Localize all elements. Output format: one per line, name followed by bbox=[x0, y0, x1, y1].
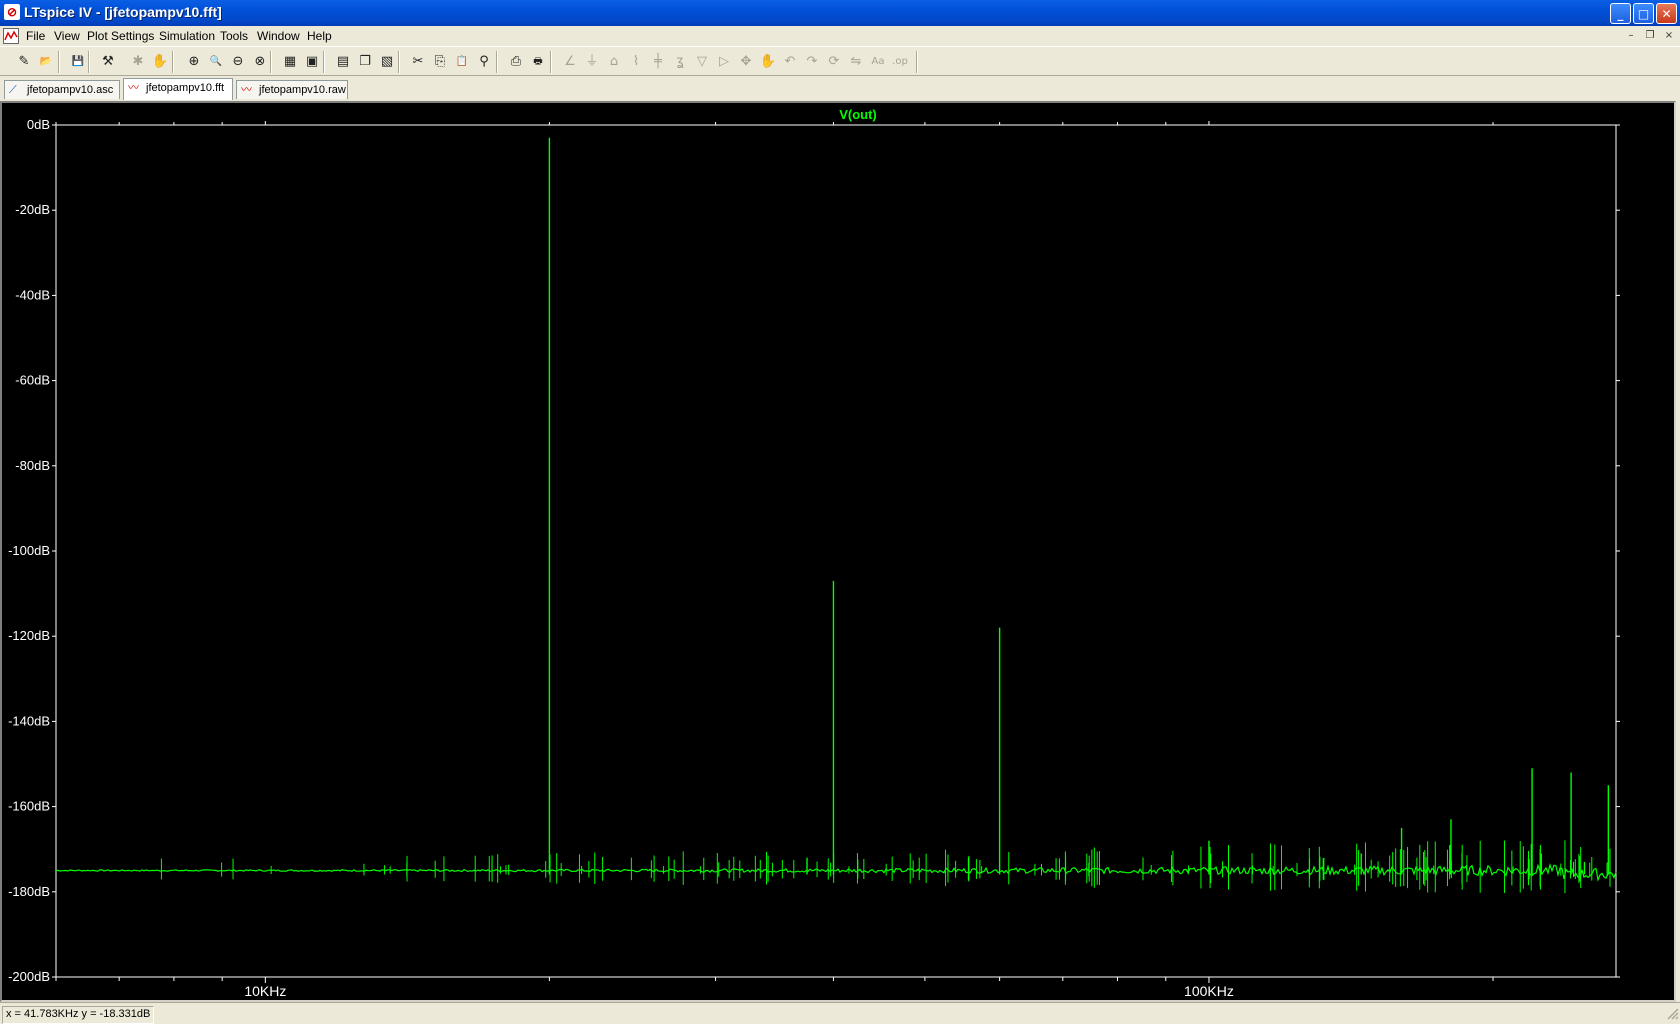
mirror-icon[interactable]: ⇋ bbox=[846, 52, 866, 72]
mdi-close-button[interactable]: × bbox=[1662, 29, 1676, 43]
rotate-icon[interactable]: ⟳ bbox=[824, 52, 844, 72]
component-icon[interactable]: ▷ bbox=[714, 52, 734, 72]
menu-view[interactable]: View bbox=[54, 29, 80, 43]
tab-label: jfetopampv10.raw bbox=[259, 84, 346, 96]
y-tick-label: -200dB bbox=[8, 969, 50, 984]
status-bar: x = 41.783KHz y = -18.331dB bbox=[0, 1002, 1680, 1024]
y-tick-label: -180dB bbox=[8, 884, 50, 899]
control-panel-icon[interactable]: ⚒ bbox=[98, 52, 118, 72]
noise-floor-trace bbox=[55, 863, 1617, 882]
move-icon[interactable]: ✥ bbox=[736, 52, 756, 72]
plot-frame bbox=[55, 124, 1617, 978]
wire-icon[interactable]: ∠ bbox=[560, 52, 580, 72]
menu-help[interactable]: Help bbox=[307, 29, 332, 43]
toolbar-separator bbox=[270, 51, 272, 73]
tile-horizontal-icon[interactable]: ▤ bbox=[333, 52, 353, 72]
toolbar-separator bbox=[58, 51, 60, 73]
close-button[interactable]: ✕ bbox=[1656, 3, 1677, 24]
toolbar-separator bbox=[323, 51, 325, 73]
zoom-out-icon[interactable]: ⊖ bbox=[228, 52, 248, 72]
waveform-icon: 〰 bbox=[128, 81, 139, 94]
menu-window[interactable]: Window bbox=[257, 29, 300, 43]
undo-icon[interactable]: ↶ bbox=[780, 52, 800, 72]
print-preview-icon[interactable]: ⎙ bbox=[506, 52, 526, 72]
inductor-icon[interactable]: ʓ bbox=[670, 52, 690, 72]
cascade-icon[interactable]: ❐ bbox=[355, 52, 375, 72]
toolbar-separator bbox=[496, 51, 498, 73]
schematic-icon: ⟋ bbox=[9, 83, 17, 96]
text-icon[interactable]: Aa bbox=[868, 52, 888, 72]
redo-icon[interactable]: ↷ bbox=[802, 52, 822, 72]
tab-label: jfetopampv10.fft bbox=[146, 82, 225, 94]
tab-label: jfetopampv10.asc bbox=[27, 84, 114, 96]
document-tabs: ⟋ jfetopampv10.asc 〰 jfetopampv10.fft 〰 … bbox=[0, 76, 1680, 100]
drag-icon[interactable]: ✋ bbox=[758, 52, 778, 72]
y-tick-label: -160dB bbox=[8, 799, 50, 814]
menu-simulation[interactable]: Simulation bbox=[159, 29, 215, 43]
toolbar-separator bbox=[550, 51, 552, 73]
waveform-viewer[interactable]: 0dB -20dB -40dB -60dB -80dB -100dB -120dB -140d… bbox=[0, 101, 1676, 1002]
save-icon[interactable]: 💾 bbox=[68, 52, 88, 72]
find-icon[interactable]: ⚲ bbox=[474, 52, 494, 72]
resistor-icon[interactable]: ⌇ bbox=[626, 52, 646, 72]
trace-label-vout[interactable]: V(out) bbox=[839, 107, 877, 122]
ltspice-icon[interactable]: ⊘ bbox=[4, 4, 20, 20]
fft-plot[interactable]: 0dB -20dB -40dB -60dB -80dB -100dB -120dB -140d… bbox=[2, 103, 1674, 1000]
x-tick-label: 10KHz bbox=[244, 983, 286, 999]
y-tick-label: 0dB bbox=[27, 117, 50, 132]
diode-icon[interactable]: ▽ bbox=[692, 52, 712, 72]
toolbar-separator bbox=[88, 51, 90, 73]
y-tick-label: -120dB bbox=[8, 628, 50, 643]
waveform-icon: 〰 bbox=[241, 83, 252, 96]
autorange-icon[interactable]: ▦ bbox=[280, 52, 300, 72]
y-tick-label: -40dB bbox=[15, 287, 50, 302]
y-tick-label: -100dB bbox=[8, 543, 50, 558]
spice-directive-icon[interactable]: .op bbox=[890, 52, 910, 72]
cursor-readout: x = 41.783KHz y = -18.331dB bbox=[2, 1006, 155, 1024]
window-title: LTspice IV - [jfetopampv10.fft] bbox=[24, 4, 222, 20]
tab-fft[interactable]: 〰 jfetopampv10.fft bbox=[123, 78, 233, 100]
tab-asc[interactable]: ⟋ jfetopampv10.asc bbox=[4, 80, 120, 99]
y-tick-label: -80dB bbox=[15, 458, 50, 473]
label-net-icon[interactable]: ⌂ bbox=[604, 52, 624, 72]
paste-icon[interactable]: 📋 bbox=[452, 52, 472, 72]
zoom-in-icon[interactable]: ⊕ bbox=[184, 52, 204, 72]
menu-file[interactable]: File bbox=[26, 29, 45, 43]
run-icon[interactable]: ✱ bbox=[128, 52, 148, 72]
resize-grip-icon[interactable] bbox=[1664, 1003, 1680, 1021]
waveform-doc-icon[interactable] bbox=[3, 28, 19, 44]
maximize-button[interactable]: □ bbox=[1633, 3, 1654, 24]
zoom-full-icon[interactable]: ⊗ bbox=[250, 52, 270, 72]
mdi-restore-button[interactable]: ❐ bbox=[1643, 29, 1657, 43]
toolbar-separator bbox=[916, 51, 918, 73]
print-icon[interactable]: 🖶 bbox=[528, 52, 548, 72]
menu-bar: File View Plot Settings Simulation Tools… bbox=[0, 26, 1680, 46]
cut-icon[interactable]: ✂ bbox=[408, 52, 428, 72]
pan-icon[interactable]: 🔍 bbox=[206, 52, 226, 72]
fit-icon[interactable]: ▣ bbox=[302, 52, 322, 72]
y-tick-label: -60dB bbox=[15, 373, 50, 388]
minimize-button[interactable]: _ bbox=[1610, 3, 1631, 24]
toolbar-separator bbox=[398, 51, 400, 73]
open-icon[interactable]: 📂 bbox=[36, 52, 56, 72]
capacitor-icon[interactable]: ╪ bbox=[648, 52, 668, 72]
toolbar: ✎ 📂 💾 ⚒ ✱ ✋ ⊕ 🔍 ⊖ ⊗ ▦ ▣ ▤ ❐ ▧ ✂ ⎘ 📋 ⚲ ⎙ 🖶 ∠ ⏚ ⌂ ⌇ ╪ ʓ ▽ ▷ ✥ ✋ ↶ ↷ ⟳ ⇋ Aa .op bbox=[0, 46, 1680, 76]
mdi-minimize-button[interactable]: – bbox=[1624, 29, 1638, 43]
tab-raw[interactable]: 〰 jfetopampv10.raw bbox=[236, 80, 348, 99]
menu-tools[interactable]: Tools bbox=[220, 29, 248, 43]
y-tick-label: -140dB bbox=[8, 713, 50, 728]
ground-icon[interactable]: ⏚ bbox=[582, 52, 602, 72]
copy-icon[interactable]: ⎘ bbox=[430, 52, 450, 72]
close-windows-icon[interactable]: ▧ bbox=[377, 52, 397, 72]
toolbar-separator bbox=[172, 51, 174, 73]
x-tick-label: 100KHz bbox=[1184, 983, 1234, 999]
y-tick-label: -20dB bbox=[15, 202, 50, 217]
new-schematic-icon[interactable]: ✎ bbox=[14, 52, 34, 72]
title-bar: ⊘ LTspice IV - [jfetopampv10.fft] _ □ ✕ bbox=[0, 0, 1680, 26]
menu-plot-settings[interactable]: Plot Settings bbox=[87, 29, 154, 43]
halt-icon[interactable]: ✋ bbox=[150, 52, 170, 72]
